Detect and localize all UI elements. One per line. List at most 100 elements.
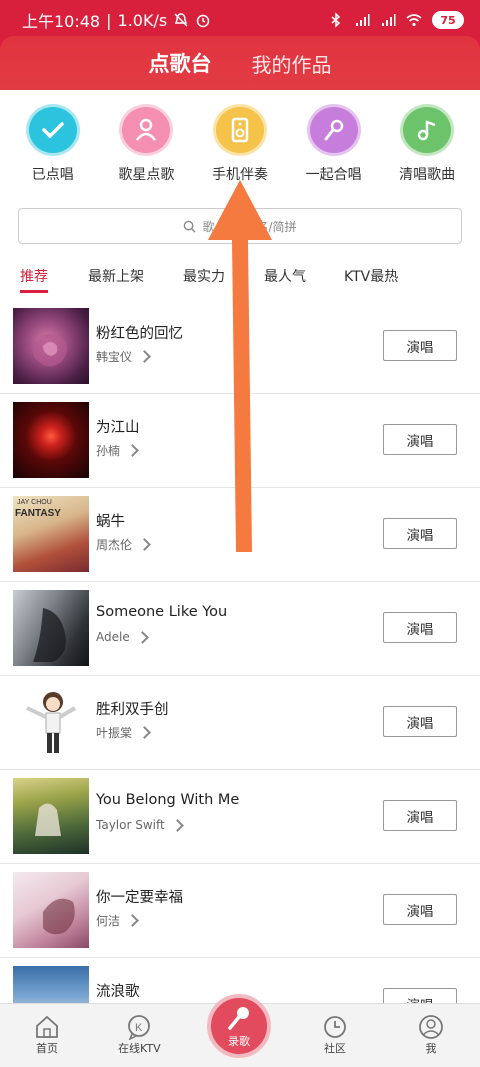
category-label: 一起合唱 — [305, 167, 362, 183]
chevron-right-icon — [126, 914, 139, 927]
subtab-most-popular[interactable]: 最人气 — [264, 266, 306, 286]
song-title: 为江山 — [96, 420, 140, 436]
singer-icon — [119, 104, 174, 156]
alarm-icon — [196, 14, 210, 28]
song-artist[interactable]: 韩宝仪 — [96, 348, 151, 365]
tab-my-works[interactable]: 我的作品 — [252, 49, 332, 78]
bluetooth-icon — [331, 12, 341, 28]
song-row[interactable]: Someone Like You Adele 演唱 — [0, 582, 480, 676]
artist-name: Adele — [96, 630, 130, 644]
battery-indicator: 75 — [432, 11, 464, 29]
artist-name: 周杰伦 — [96, 538, 133, 552]
song-row[interactable]: JAY CHOU FANTASY 蜗牛 周杰伦 演唱 — [0, 488, 480, 582]
record-label: 录歌 — [228, 1035, 250, 1048]
subtab-active-indicator — [20, 290, 48, 293]
chevron-right-icon — [126, 444, 139, 457]
chevron-right-icon — [170, 818, 184, 832]
song-artist[interactable]: 叶振棠 — [96, 724, 151, 741]
chevron-right-icon — [138, 538, 151, 551]
song-artist[interactable]: Taylor Swift — [96, 818, 184, 832]
tab-song-station[interactable]: 点歌台 — [149, 48, 212, 78]
album-cover — [13, 308, 89, 384]
clock-icon — [324, 1016, 346, 1038]
sing-button[interactable]: 演唱 — [383, 424, 457, 455]
nav-online-ktv[interactable]: K 在线KTV — [118, 1014, 161, 1056]
status-speed: 1.0K/s — [117, 10, 168, 30]
nav-community[interactable]: 社区 — [322, 1014, 348, 1056]
sing-button[interactable]: 演唱 — [383, 706, 457, 737]
artist-name: Taylor Swift — [96, 818, 165, 832]
sing-button[interactable]: 演唱 — [383, 894, 457, 925]
song-artist[interactable]: 孙楠 — [96, 442, 139, 459]
category-singer[interactable]: 歌星点歌 — [101, 104, 191, 184]
cover-text: JAY CHOU — [17, 499, 52, 506]
svg-text:K: K — [135, 1022, 143, 1034]
artist-name: 孙楠 — [96, 444, 121, 458]
check-icon — [25, 104, 80, 156]
subtab-newest[interactable]: 最新上架 — [88, 266, 144, 286]
category-accompaniment[interactable]: 手机伴奏 — [195, 104, 285, 184]
song-title: 流浪歌 — [96, 984, 140, 1000]
user-icon — [419, 1015, 443, 1039]
sub-tabs: 推荐 最新上架 最实力 最人气 KTV最热 — [0, 262, 480, 292]
album-cover — [13, 590, 89, 666]
song-artist[interactable]: Adele — [96, 630, 149, 644]
song-row[interactable]: 为江山 孙楠 演唱 — [0, 394, 480, 488]
album-cover — [13, 684, 89, 760]
signal-icon — [356, 14, 370, 26]
song-artist[interactable]: 周杰伦 — [96, 536, 151, 553]
song-title: You Belong With Me — [96, 792, 240, 808]
status-divider: | — [106, 10, 112, 30]
artist-name: 何洁 — [96, 914, 121, 928]
category-label: 歌星点歌 — [118, 167, 175, 183]
sing-button[interactable]: 演唱 — [383, 330, 457, 361]
subtab-ktv-hot[interactable]: KTV最热 — [344, 266, 398, 286]
search-input[interactable]: 歌 名/简拼 — [18, 208, 462, 244]
song-title: 粉红色的回忆 — [96, 326, 183, 342]
signal-icon-2 — [382, 14, 396, 26]
mute-icon — [174, 13, 188, 27]
category-label: 已点唱 — [31, 167, 74, 183]
category-played[interactable]: 已点唱 — [8, 104, 98, 184]
sing-button[interactable]: 演唱 — [383, 800, 457, 831]
search-icon — [184, 220, 197, 233]
subtab-recommend[interactable]: 推荐 — [20, 266, 48, 286]
category-label: 手机伴奏 — [211, 167, 268, 183]
category-acapella[interactable]: 清唱歌曲 — [382, 104, 472, 184]
album-cover: JAY CHOU FANTASY — [13, 496, 89, 572]
nav-home[interactable]: 首页 — [34, 1014, 60, 1056]
category-label: 清唱歌曲 — [399, 167, 456, 183]
song-title: 你一定要幸福 — [96, 890, 183, 906]
song-row[interactable]: 胜利双手创 叶振棠 演唱 — [0, 676, 480, 770]
song-title: Someone Like You — [96, 604, 228, 620]
cover-text: FANTASY — [15, 508, 61, 519]
chevron-right-icon — [135, 630, 149, 644]
category-row: 已点唱 歌星点歌 手机伴奏 一起合唱 清唱歌曲 — [0, 104, 480, 184]
song-row[interactable]: You Belong With Me Taylor Swift 演唱 — [0, 770, 480, 864]
album-cover — [13, 778, 89, 854]
microphone-icon — [228, 1007, 249, 1030]
music-note-icon — [400, 104, 455, 156]
nav-label: 我 — [425, 1042, 437, 1055]
sing-button[interactable]: 演唱 — [383, 518, 457, 549]
artist-name: 叶振棠 — [96, 726, 133, 740]
sing-button[interactable]: 演唱 — [383, 612, 457, 643]
status-time: 上午10:48 — [22, 12, 101, 31]
category-chorus[interactable]: 一起合唱 — [289, 104, 379, 184]
artist-name: 韩宝仪 — [96, 350, 133, 364]
song-row[interactable]: 你一定要幸福 何洁 演唱 — [0, 864, 480, 958]
song-artist[interactable]: 何洁 — [96, 912, 139, 929]
song-row[interactable]: 粉红色的回忆 韩宝仪 演唱 — [0, 300, 480, 394]
nav-label: 社区 — [324, 1042, 346, 1055]
record-button[interactable]: 录歌 — [207, 994, 271, 1058]
search-placeholder-right: 名/简拼 — [256, 219, 297, 234]
nav-label: 首页 — [36, 1042, 58, 1055]
microphone-icon — [306, 104, 361, 156]
album-cover — [13, 872, 89, 948]
subtab-strongest[interactable]: 最实力 — [183, 266, 225, 286]
nav-me[interactable]: 我 — [418, 1014, 444, 1056]
chevron-right-icon — [138, 350, 151, 363]
search-placeholder-left: 歌 — [202, 219, 215, 234]
album-cover — [13, 402, 89, 478]
song-title: 胜利双手创 — [96, 702, 169, 718]
